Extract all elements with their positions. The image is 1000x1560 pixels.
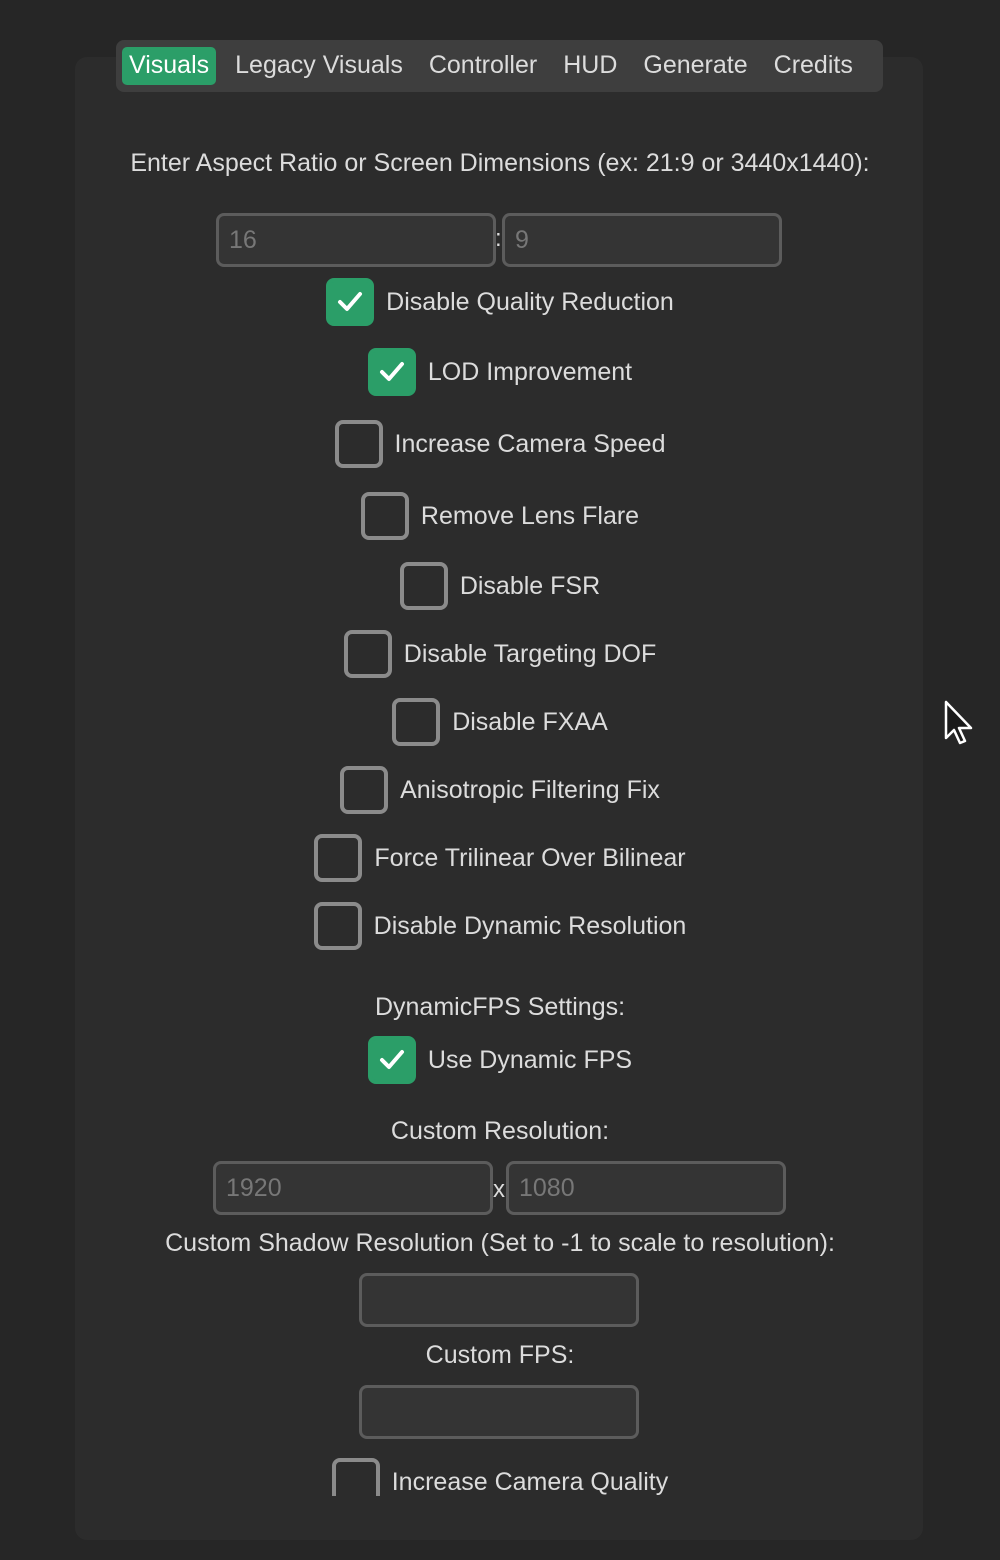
checkbox[interactable]	[340, 766, 389, 814]
option-force-trilinear[interactable]: Force Trilinear Over Bilinear	[0, 834, 1000, 882]
option-increase-camera-speed[interactable]: Increase Camera Speed	[0, 420, 1000, 468]
option-anisotropic-filtering-fix[interactable]: Anisotropic Filtering Fix	[0, 766, 1000, 814]
option-lod-improvement[interactable]: LOD Improvement	[0, 348, 1000, 396]
resolution-width-input[interactable]	[213, 1161, 493, 1215]
aspect-width-input[interactable]	[216, 213, 496, 267]
tab-generate[interactable]: Generate	[636, 47, 754, 85]
checkbox[interactable]	[326, 278, 375, 326]
checkbox[interactable]	[367, 348, 416, 396]
shadow-resolution-input[interactable]	[359, 1273, 639, 1327]
custom-fps-heading: Custom FPS:	[425, 1341, 575, 1369]
mouse-pointer-icon	[944, 700, 973, 745]
checkbox-label: Disable FXAA	[452, 707, 608, 736]
scroll-clip: Increase Camera Quality	[0, 1458, 1000, 1496]
checkbox-label: Disable FSR	[459, 571, 601, 600]
checkbox-label: Increase Camera Speed	[394, 429, 666, 458]
checkbox[interactable]	[331, 1458, 380, 1496]
checkbox[interactable]	[360, 492, 409, 540]
checkmark-icon	[338, 292, 363, 311]
checkbox[interactable]	[367, 1036, 416, 1084]
tab-credits[interactable]: Credits	[767, 47, 860, 85]
option-remove-lens-flare[interactable]: Remove Lens Flare	[0, 492, 1000, 540]
checkbox[interactable]	[343, 630, 392, 678]
tab-hud[interactable]: HUD	[556, 47, 624, 85]
tab-legacy-visuals[interactable]: Legacy Visuals	[228, 47, 410, 85]
option-increase-camera-quality[interactable]: Increase Camera Quality	[0, 1458, 1000, 1496]
resolution-separator: x	[493, 1176, 505, 1203]
aspect-separator: :	[495, 225, 502, 252]
option-disable-targeting-dof[interactable]: Disable Targeting DOF	[0, 630, 1000, 678]
checkbox-label: Disable Dynamic Resolution	[373, 911, 687, 940]
option-disable-quality-reduction[interactable]: Disable Quality Reduction	[0, 278, 1000, 326]
checkbox-label: Increase Camera Quality	[391, 1467, 669, 1496]
tab-controller[interactable]: Controller	[422, 47, 544, 85]
aspect-ratio-prompt: Enter Aspect Ratio or Screen Dimensions …	[130, 149, 870, 177]
custom-fps-input[interactable]	[359, 1385, 639, 1439]
option-disable-fsr[interactable]: Disable FSR	[0, 562, 1000, 610]
shadow-resolution-heading: Custom Shadow Resolution (Set to -1 to s…	[165, 1229, 835, 1257]
checkbox-label: Disable Quality Reduction	[386, 287, 674, 316]
checkbox-label: Disable Targeting DOF	[403, 639, 657, 668]
checkbox-label: Use Dynamic FPS	[427, 1045, 633, 1074]
checkbox[interactable]	[399, 562, 448, 610]
checkbox-label: LOD Improvement	[427, 357, 633, 386]
checkbox-label: Remove Lens Flare	[420, 501, 640, 530]
checkbox[interactable]	[334, 420, 383, 468]
custom-resolution-heading: Custom Resolution:	[390, 1117, 610, 1145]
aspect-height-input[interactable]	[502, 213, 782, 267]
option-use-dynamic-fps[interactable]: Use Dynamic FPS	[0, 1036, 1000, 1084]
checkbox[interactable]	[392, 698, 441, 746]
checkbox-label: Anisotropic Filtering Fix	[400, 775, 660, 804]
checkbox[interactable]	[314, 834, 363, 882]
dynamic-fps-heading: DynamicFPS Settings:	[374, 993, 626, 1021]
option-disable-fxaa[interactable]: Disable FXAA	[0, 698, 1000, 746]
checkbox-label: Force Trilinear Over Bilinear	[374, 843, 686, 872]
resolution-height-input[interactable]	[506, 1161, 786, 1215]
option-disable-dynamic-resolution[interactable]: Disable Dynamic Resolution	[0, 902, 1000, 950]
tab-bar: Visuals Legacy Visuals Controller HUD Ge…	[116, 40, 883, 92]
app-window: Visuals Legacy Visuals Controller HUD Ge…	[0, 0, 1000, 1560]
tab-visuals[interactable]: Visuals	[122, 47, 217, 85]
checkmark-icon	[379, 362, 404, 381]
checkbox[interactable]	[313, 902, 362, 950]
checkmark-icon	[379, 1050, 404, 1069]
